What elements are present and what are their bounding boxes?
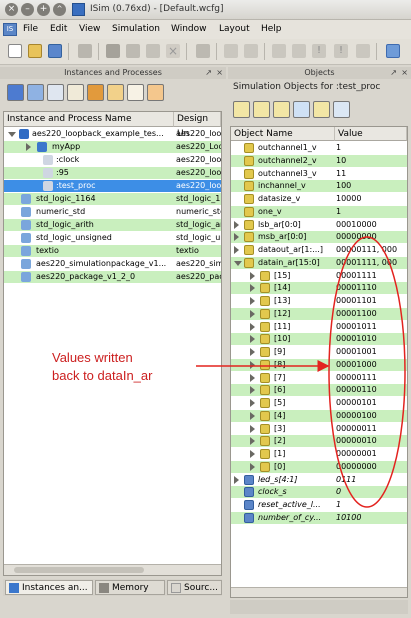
annotation-overlay: [196, 236, 406, 508]
isim-window: × – + ^ ISim (0.76xd) - [Default.wcfg] I…: [0, 0, 411, 618]
annotation-ellipse: [328, 236, 406, 508]
